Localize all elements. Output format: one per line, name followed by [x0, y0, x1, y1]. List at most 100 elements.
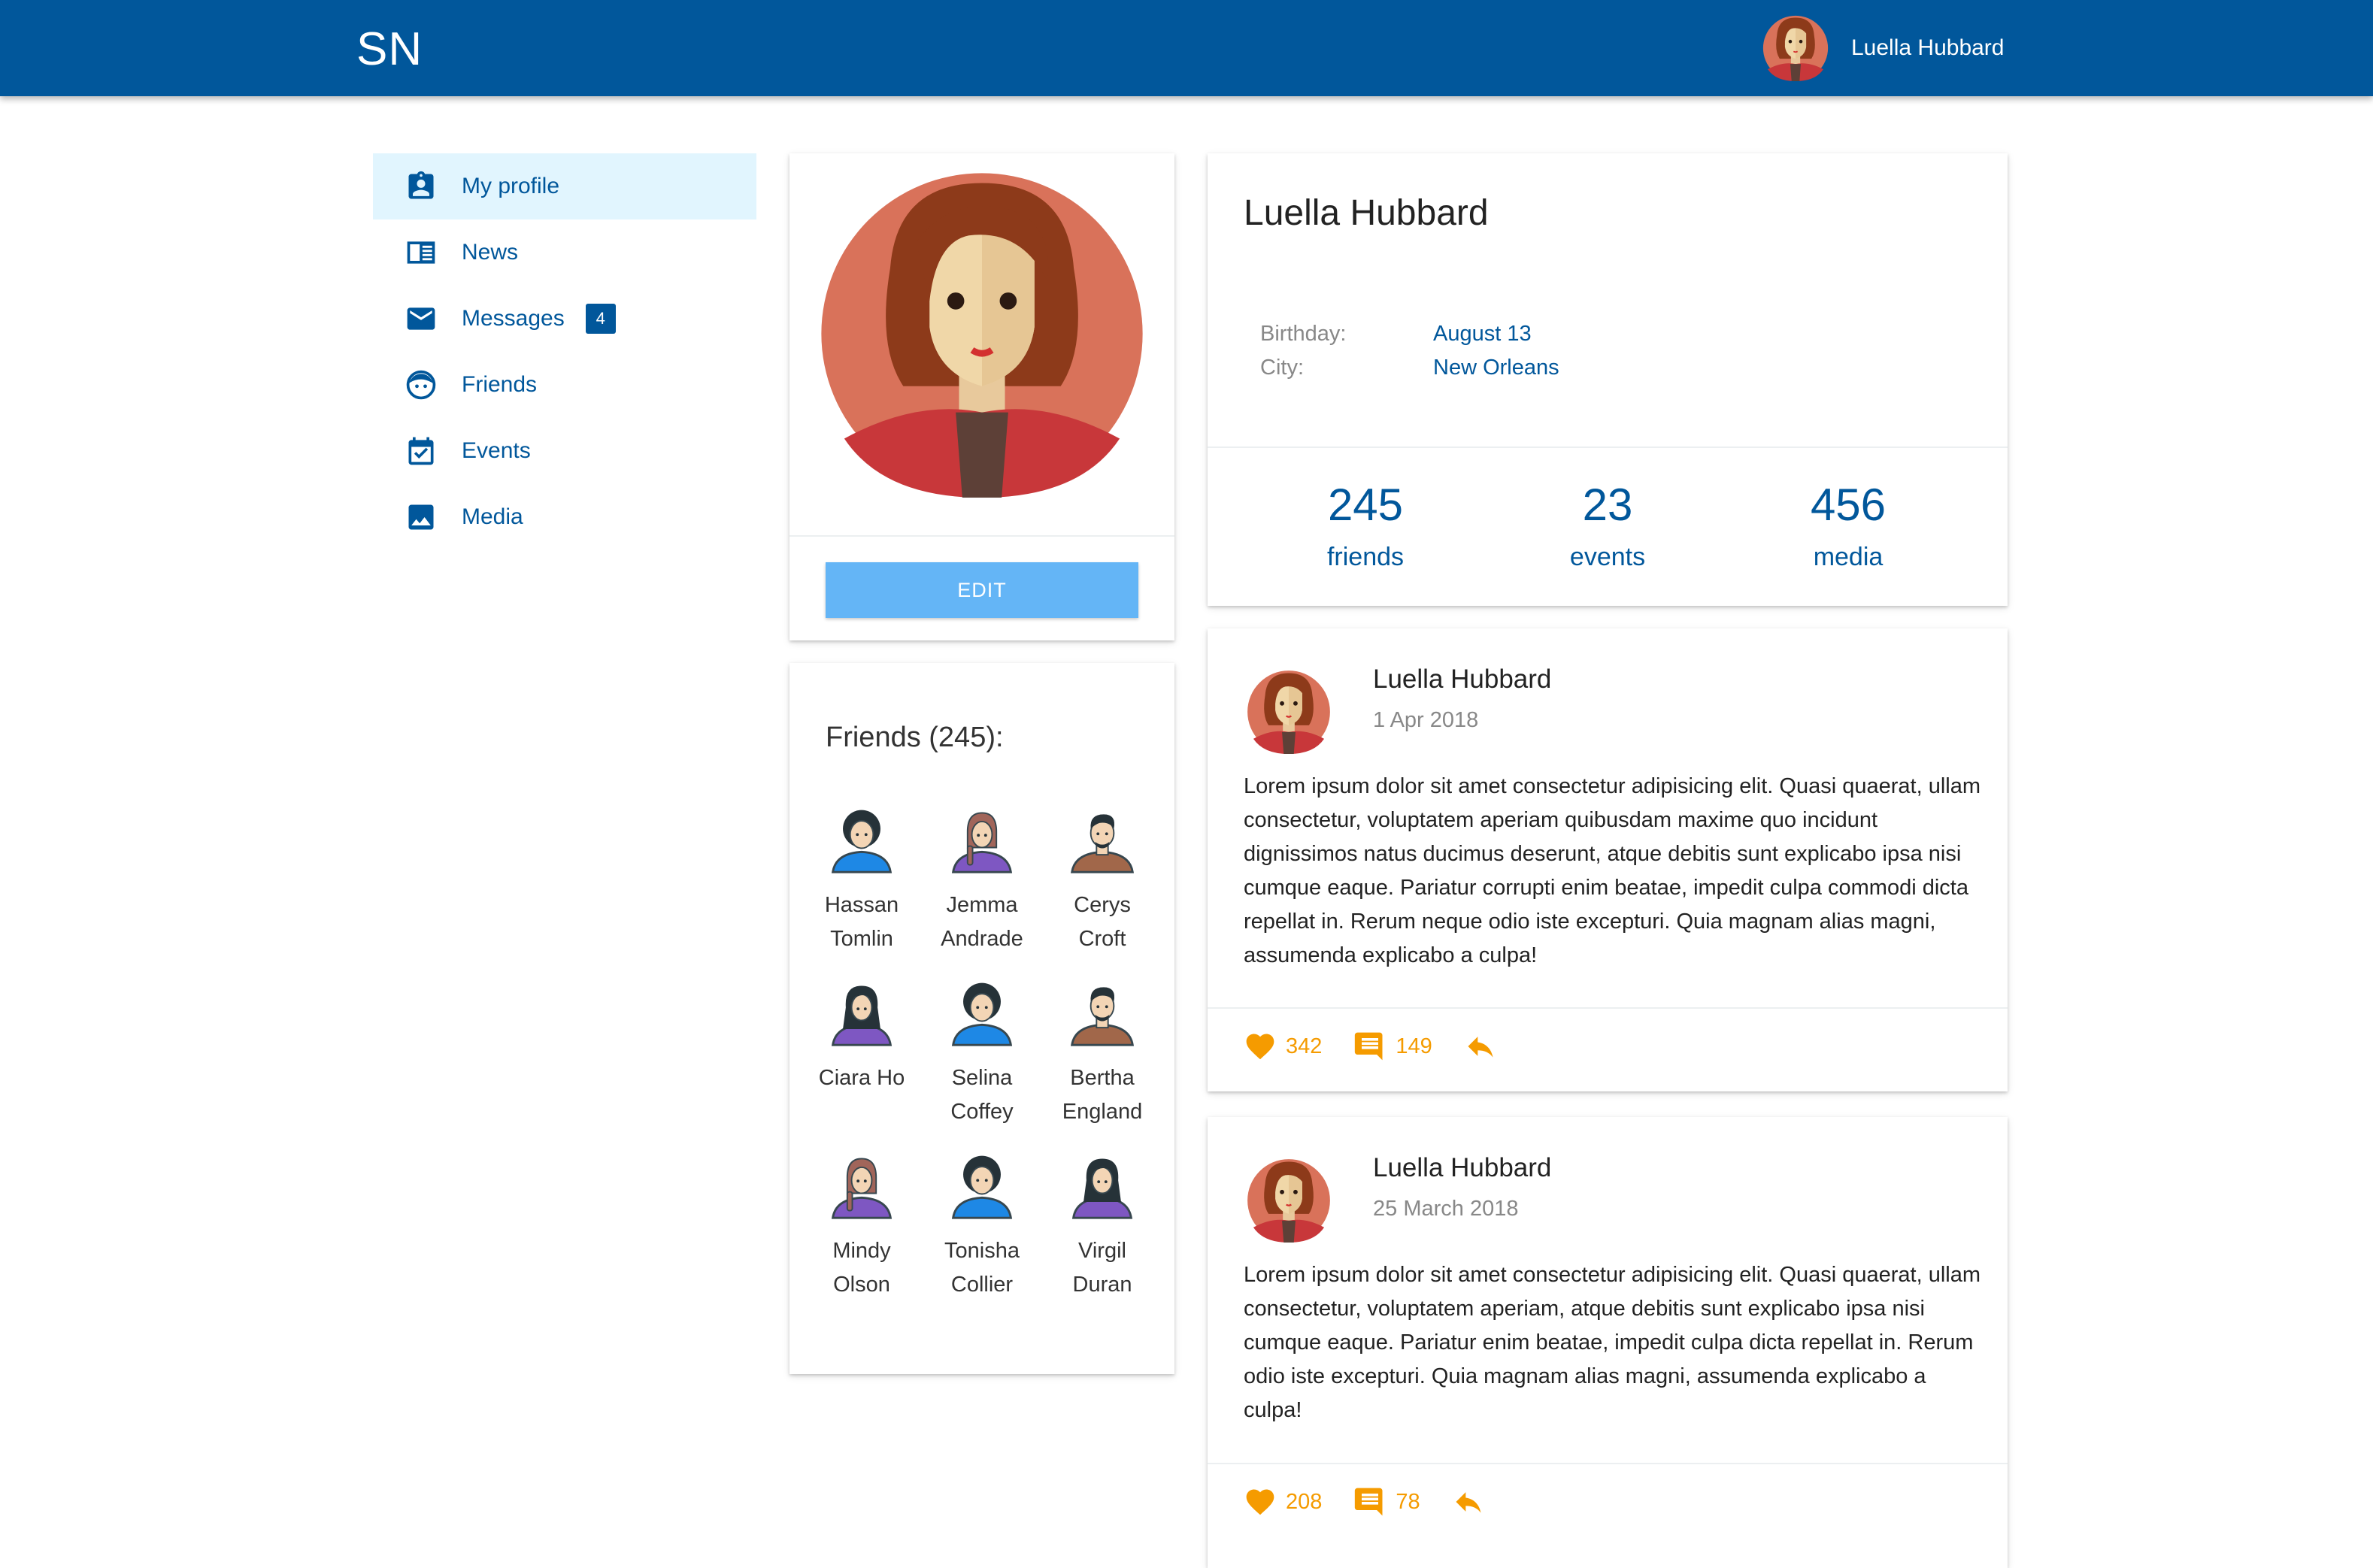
- header-user-name[interactable]: Luella Hubbard: [1851, 35, 2004, 61]
- profile-details: Birthday: August 13 City: New Orleans: [1260, 317, 1559, 385]
- friend-name: Ciara Ho: [818, 1066, 905, 1090]
- reply-icon: [1468, 1037, 1493, 1058]
- post-author[interactable]: Luella Hubbard: [1373, 1153, 1551, 1183]
- post-actions: 342 149: [1244, 1030, 1538, 1063]
- friend-name: Hassan Tomlin: [824, 893, 899, 951]
- like-button[interactable]: 342: [1244, 1030, 1322, 1063]
- like-button[interactable]: 208: [1244, 1485, 1322, 1518]
- header-user-menu[interactable]: Luella Hubbard: [1762, 15, 2004, 81]
- stat-value: 23: [1582, 480, 1633, 530]
- city-value[interactable]: New Orleans: [1433, 351, 1559, 385]
- stat-media[interactable]: 456 media: [1728, 475, 1968, 576]
- friend-avatar: [826, 1149, 898, 1221]
- comment-button[interactable]: 78: [1353, 1485, 1420, 1518]
- post-card: Luella Hubbard 25 March 2018 Lorem ipsum…: [1208, 1117, 2008, 1568]
- comment-count: 78: [1396, 1489, 1420, 1514]
- post-author[interactable]: Luella Hubbard: [1373, 664, 1551, 695]
- sidebar-item-media[interactable]: Media: [373, 484, 756, 550]
- reply-button[interactable]: [1464, 1030, 1506, 1063]
- friend-avatar: [826, 803, 898, 875]
- sidebar-item-label: My profile: [462, 174, 560, 198]
- friend-item[interactable]: Ciara Ho: [802, 976, 922, 1129]
- profile-photo: [818, 170, 1146, 498]
- city-label: City:: [1260, 356, 1304, 380]
- friend-name: Cerys Croft: [1074, 893, 1131, 951]
- post-text: Lorem ipsum dolor sit amet consectetur a…: [1244, 774, 1981, 967]
- divider: [1208, 1463, 2008, 1464]
- messages-count-badge: 4: [585, 304, 616, 334]
- friend-item[interactable]: Virgil Duran: [1042, 1149, 1162, 1302]
- friend-avatar: [1066, 803, 1138, 875]
- stat-label: friends: [1326, 543, 1405, 571]
- reply-button[interactable]: [1452, 1485, 1494, 1518]
- friend-name: Virgil Duran: [1072, 1239, 1132, 1297]
- friend-avatar: [826, 976, 898, 1048]
- sidebar-item-label: Friends: [462, 372, 538, 397]
- friends-grid: Hassan Tomlin Jemma Andrade Cerys Croft Cia…: [802, 803, 1162, 1302]
- profile-badge-icon: [408, 171, 434, 199]
- sidebar-item-label: News: [462, 240, 519, 265]
- calendar-check-icon: [408, 437, 434, 465]
- sidebar-item-events[interactable]: Events: [373, 418, 756, 484]
- friend-item[interactable]: Bertha England: [1042, 976, 1162, 1129]
- friends-card: Friends (245): Hassan Tomlin Jemma Andrade…: [789, 663, 1174, 1374]
- post-card: Luella Hubbard 1 Apr 2018 Lorem ipsum do…: [1208, 628, 2008, 1091]
- friend-avatar: [1066, 976, 1138, 1048]
- comment-icon: [1355, 1032, 1383, 1061]
- birthday-value: August 13: [1433, 322, 1532, 346]
- app-logo[interactable]: SN: [356, 23, 423, 76]
- comment-count: 149: [1396, 1034, 1432, 1058]
- sidebar-item-news[interactable]: News: [373, 219, 756, 286]
- profile-info-card: Luella Hubbard Birthday: August 13 City:…: [1208, 153, 2008, 606]
- profile-name: Luella Hubbard: [1244, 193, 1489, 233]
- friend-avatar: [1066, 1149, 1138, 1221]
- stat-events[interactable]: 23 events: [1487, 475, 1728, 576]
- friend-item[interactable]: Tonisha Collier: [922, 1149, 1042, 1302]
- friend-item[interactable]: Cerys Croft: [1042, 803, 1162, 956]
- friend-avatar: [946, 1149, 1018, 1221]
- friend-name: Selina Coffey: [950, 1066, 1014, 1124]
- user-avatar[interactable]: [1762, 15, 1829, 81]
- divider: [1208, 1007, 2008, 1009]
- stat-label: events: [1569, 543, 1646, 571]
- friend-item[interactable]: Hassan Tomlin: [802, 803, 922, 956]
- friend-name: Tonisha Collier: [944, 1239, 1020, 1297]
- friend-item[interactable]: Mindy Olson: [802, 1149, 922, 1302]
- sidebar-item-label: Events: [462, 438, 531, 463]
- like-count: 342: [1286, 1034, 1323, 1058]
- sidebar-item-friends[interactable]: Friends: [373, 352, 756, 418]
- edit-profile-button[interactable]: EDIT: [826, 562, 1138, 618]
- comment-button[interactable]: 149: [1353, 1030, 1432, 1063]
- post-author-avatar[interactable]: [1247, 667, 1331, 756]
- like-count: 208: [1286, 1489, 1323, 1514]
- divider: [1208, 446, 2008, 448]
- friends-title: Friends (245):: [826, 722, 1004, 753]
- sidebar-item-label: Messages: [462, 306, 565, 331]
- post-text: Lorem ipsum dolor sit amet consectetur a…: [1244, 1263, 1981, 1422]
- face-icon: [406, 370, 436, 400]
- post-date: 1 Apr 2018: [1373, 708, 1479, 732]
- birthday-row: Birthday: August 13: [1260, 317, 1559, 351]
- friend-item[interactable]: Selina Coffey: [922, 976, 1042, 1129]
- heart-icon: [1246, 1034, 1274, 1060]
- sidebar-nav: My profile News Messages 4 Friends Event…: [373, 153, 756, 550]
- sidebar-item-messages[interactable]: Messages 4: [373, 286, 756, 352]
- friend-avatar: [946, 976, 1018, 1048]
- comment-icon: [1355, 1488, 1383, 1516]
- stat-value: 245: [1327, 480, 1404, 530]
- sidebar-item-label: Media: [462, 504, 523, 529]
- heart-icon: [1246, 1489, 1274, 1515]
- divider: [789, 535, 1174, 537]
- friend-name: Mindy Olson: [832, 1239, 891, 1297]
- post-author-avatar[interactable]: [1247, 1156, 1331, 1245]
- city-row: City: New Orleans: [1260, 351, 1559, 385]
- friend-name: Bertha England: [1062, 1066, 1143, 1124]
- newspaper-icon: [407, 241, 435, 264]
- sidebar-item-my-profile[interactable]: My profile: [373, 153, 756, 219]
- top-bar: SN Luella Hubbard: [0, 0, 2373, 96]
- friend-item[interactable]: Jemma Andrade: [922, 803, 1042, 956]
- profile-photo-card: EDIT: [789, 153, 1174, 640]
- birthday-label: Birthday:: [1260, 322, 1347, 346]
- stat-friends[interactable]: 245 friends: [1245, 475, 1486, 576]
- post-actions: 208 78: [1244, 1485, 1526, 1518]
